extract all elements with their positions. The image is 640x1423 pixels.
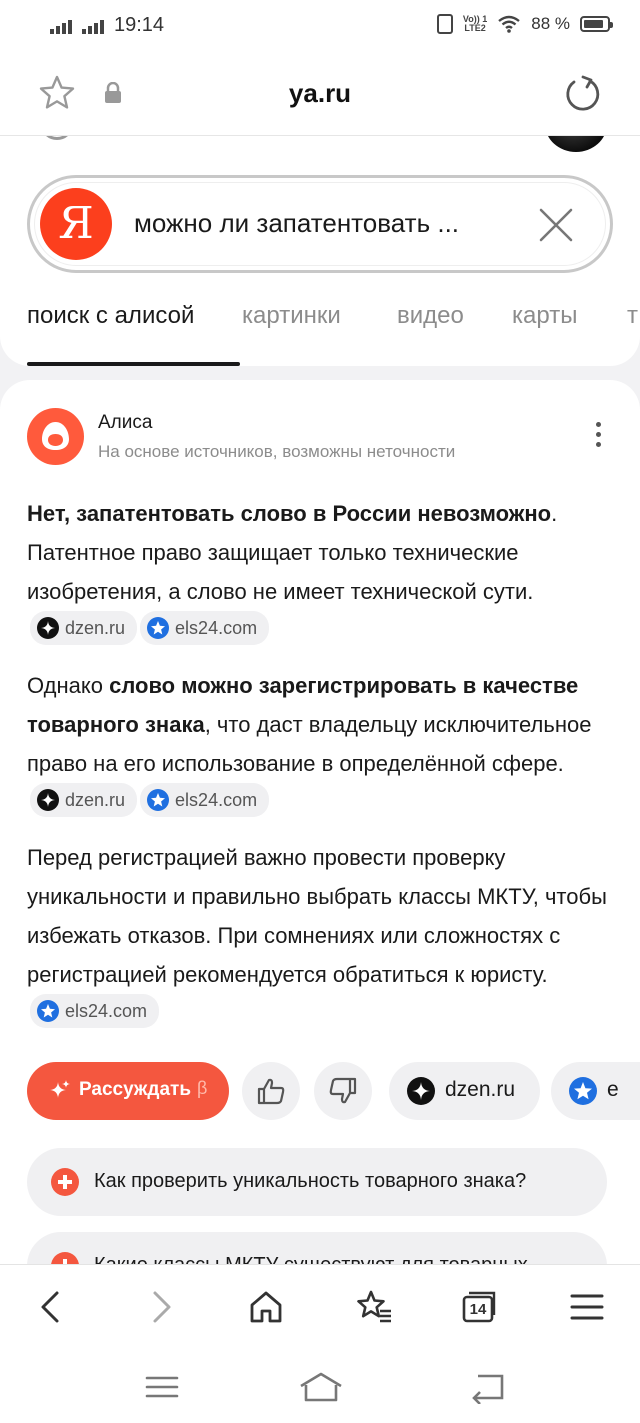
like-button[interactable] xyxy=(242,1062,300,1120)
dzen-icon xyxy=(407,1077,435,1105)
dislike-button[interactable] xyxy=(314,1062,372,1120)
vibrate-icon xyxy=(436,14,453,34)
reasoning-button[interactable]: Рассуждать β xyxy=(27,1062,229,1120)
tabs-count: 14 xyxy=(469,1301,487,1318)
source-chip-dzen[interactable]: dzen.ru xyxy=(30,611,138,645)
status-right: Vo)) 1 LTE2 88 % xyxy=(436,14,613,34)
alice-answer-card: Алиса На основе источников, возможны нет… xyxy=(0,380,640,1300)
wifi-icon xyxy=(498,15,520,33)
source-label: dzen.ru xyxy=(65,618,126,638)
source-pill-label: e xyxy=(607,1078,619,1101)
yandex-logo[interactable]: Я xyxy=(40,188,112,260)
thumb-down-icon xyxy=(329,1077,357,1104)
status-left: 19:14 xyxy=(50,14,164,37)
source-chip-els24[interactable]: els24.com xyxy=(140,611,270,645)
source-label: els24.com xyxy=(175,618,258,638)
status-bar: 19:14 Vo)) 1 LTE2 88 % xyxy=(0,0,640,52)
source-label: els24.com xyxy=(175,790,258,810)
source-pill-els24[interactable]: e xyxy=(551,1062,640,1120)
source-pill-label: dzen.ru xyxy=(445,1078,516,1101)
sparkle-icon xyxy=(50,1080,70,1098)
battery-icon xyxy=(580,16,613,32)
answer-paragraph-1: Нет, запатентовать слово в России невозм… xyxy=(27,494,617,654)
answer-actions: Рассуждать β dzen.ru e xyxy=(0,1062,640,1122)
menu-icon[interactable] xyxy=(567,1287,607,1327)
search-header: Я можно ли запатентовать ... поиск с али… xyxy=(0,136,640,366)
system-nav-bar xyxy=(0,1348,640,1423)
answer-text: Перед регистрацией важно провести провер… xyxy=(27,845,607,987)
reload-icon[interactable] xyxy=(563,74,603,114)
forward-icon[interactable] xyxy=(140,1287,180,1327)
answer-paragraph-3: Перед регистрацией важно провести провер… xyxy=(27,838,617,1037)
battery-percent: 88 % xyxy=(531,14,570,33)
signal-icon-2 xyxy=(82,18,104,34)
tab-video[interactable]: видео xyxy=(397,302,464,330)
scrolled-icon xyxy=(40,136,74,140)
system-home-icon[interactable] xyxy=(298,1370,344,1404)
reasoning-label: Рассуждать xyxy=(79,1079,192,1100)
els24-icon xyxy=(569,1077,597,1105)
battery-level xyxy=(584,20,604,28)
source-label: els24.com xyxy=(65,1001,148,1021)
system-back-icon[interactable] xyxy=(468,1370,508,1404)
answer-text: Однако xyxy=(27,673,110,698)
answer-highlight: Нет, запатентовать слово в России невозм… xyxy=(27,501,552,526)
alice-logo xyxy=(27,408,84,465)
source-chip-els24[interactable]: els24.com xyxy=(30,994,160,1028)
beta-badge: β xyxy=(197,1078,208,1098)
suggestion-text: Как проверить уникальность товарного зна… xyxy=(94,1170,527,1192)
avatar[interactable] xyxy=(545,136,607,152)
els24-icon xyxy=(147,617,170,639)
clock: 19:14 xyxy=(114,14,165,36)
tab-more[interactable]: т xyxy=(627,302,638,330)
answer-disclaimer: На основе источников, возможны неточност… xyxy=(98,442,456,461)
back-icon[interactable] xyxy=(32,1287,72,1327)
recents-icon[interactable] xyxy=(142,1370,182,1404)
home-icon[interactable] xyxy=(246,1287,286,1327)
more-icon[interactable] xyxy=(588,422,608,456)
tab-maps[interactable]: карты xyxy=(512,302,577,330)
els24-icon xyxy=(147,789,170,811)
close-icon[interactable] xyxy=(537,206,575,244)
source-chip-els24[interactable]: els24.com xyxy=(140,783,270,817)
els24-icon xyxy=(37,1000,59,1022)
tab-alice-search[interactable]: поиск с алисой xyxy=(27,302,194,330)
dzen-icon xyxy=(37,789,59,811)
tab-images[interactable]: картинки xyxy=(242,302,341,330)
lte-icon: Vo)) 1 LTE2 xyxy=(462,14,488,33)
source-pill-dzen[interactable]: dzen.ru xyxy=(389,1062,540,1120)
signal-icon xyxy=(50,18,72,34)
answer-paragraph-2: Однако слово можно зарегистрировать в ка… xyxy=(27,666,617,826)
plus-icon xyxy=(51,1168,79,1196)
bookmarks-icon[interactable] xyxy=(354,1287,394,1327)
browser-toolbar: 14 xyxy=(0,1264,640,1348)
search-query[interactable]: можно ли запатентовать ... xyxy=(134,208,459,239)
source-label: dzen.ru xyxy=(65,790,126,810)
active-tab-indicator xyxy=(27,362,240,366)
dzen-icon xyxy=(37,617,59,639)
suggestion-item[interactable]: Как проверить уникальность товарного зна… xyxy=(27,1148,607,1216)
answer-author: Алиса xyxy=(98,412,153,433)
thumb-up-icon xyxy=(257,1078,285,1105)
url-domain[interactable]: ya.ru xyxy=(0,78,640,109)
address-bar: ya.ru xyxy=(0,52,640,136)
source-chip-dzen[interactable]: dzen.ru xyxy=(30,783,138,817)
